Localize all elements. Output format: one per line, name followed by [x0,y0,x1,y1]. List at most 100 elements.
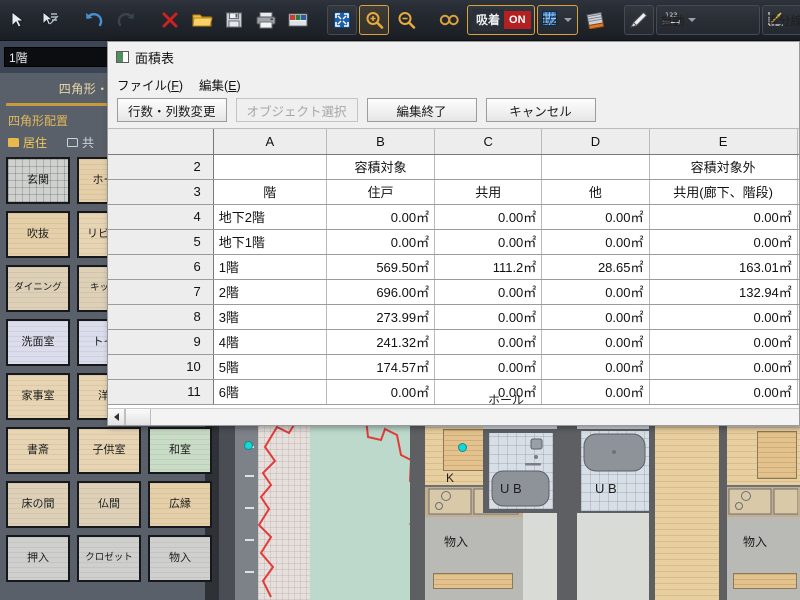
cell-d11[interactable]: 0.00㎡ [542,379,649,404]
cell-b4[interactable]: 0.00㎡ [326,204,434,229]
table-row[interactable]: 3 階 住戸 共用 他 共用(廊下、階段) [108,179,799,204]
cell-f6[interactable] [797,254,799,279]
cell-e6[interactable]: 163.01㎡ [649,254,797,279]
cell-d10[interactable]: 0.00㎡ [542,354,649,379]
row-header[interactable]: 7 [108,279,213,304]
cell-b5[interactable]: 0.00㎡ [326,229,434,254]
room-button-kids[interactable]: 子供室 [77,427,141,474]
export-image-button[interactable] [283,5,313,35]
open-button[interactable] [187,5,217,35]
column-header-f[interactable]: F [797,129,799,154]
room-button-butsuma[interactable]: 仏間 [77,481,141,528]
room-button-washroom[interactable]: 洗面室 [6,319,70,366]
cell-f2[interactable] [797,154,799,179]
zoom-out-button[interactable] [391,5,421,35]
room-button-fukinuke[interactable]: 吹抜 [6,211,70,258]
save-button[interactable] [219,5,249,35]
room-button-utility[interactable]: 家事室 [6,373,70,420]
cell-a3[interactable]: 階 [213,179,326,204]
cell-c8[interactable]: 0.00㎡ [435,304,542,329]
cell-a8[interactable]: 3階 [213,304,326,329]
row-header[interactable]: 2 [108,154,213,179]
room-button-closet[interactable]: クロゼット [77,535,141,582]
cell-b7[interactable]: 696.00㎡ [326,279,434,304]
select-arrow-tool[interactable] [3,5,33,35]
row-header[interactable]: 10 [108,354,213,379]
fit-screen-button[interactable] [327,5,357,35]
cell-d4[interactable]: 0.00㎡ [542,204,649,229]
cell-d2[interactable] [542,154,649,179]
row-header[interactable]: 3 [108,179,213,204]
cell-e2[interactable]: 容積対象外 [649,154,797,179]
chevron-down-icon[interactable] [688,18,696,22]
table-row[interactable]: 10 5階 174.57㎡ 0.00㎡ 0.00㎡ 0.00㎡ [108,354,799,379]
row-header[interactable]: 9 [108,329,213,354]
cell-e3[interactable]: 共用(廊下、階段) [649,179,797,204]
cell-b9[interactable]: 241.32㎡ [326,329,434,354]
chevron-down-icon[interactable] [564,18,572,22]
table-row[interactable]: 9 4階 241.32㎡ 0.00㎡ 0.00㎡ 0.00㎡ [108,329,799,354]
cell-c2[interactable] [435,154,542,179]
room-button-washitsu[interactable]: 和室 [148,427,212,474]
spreadsheet-area[interactable]: A B C D E F 2 容積対象 容積対象外 [108,128,799,408]
cell-c9[interactable]: 0.00㎡ [435,329,542,354]
column-header-d[interactable]: D [542,129,649,154]
texture-swatch-button[interactable] [580,5,610,35]
cell-b11[interactable]: 0.00㎡ [326,379,434,404]
cell-f5[interactable] [797,229,799,254]
cell-e4[interactable]: 0.00㎡ [649,204,797,229]
change-rows-cols-button[interactable]: 行数・列数変更 [117,98,227,122]
cancel-button[interactable]: キャンセル [486,98,596,122]
cell-a6[interactable]: 1階 [213,254,326,279]
room-button-genkan[interactable]: 玄関 [6,157,70,204]
print-button[interactable] [251,5,281,35]
finish-edit-button[interactable]: 編集終了 [367,98,477,122]
dialog-titlebar[interactable]: 面積表 [108,42,799,72]
undo-button[interactable] [79,5,109,35]
cell-b10[interactable]: 174.57㎡ [326,354,434,379]
column-header-b[interactable]: B [326,129,434,154]
cell-c6[interactable]: 111.2㎡ [435,254,542,279]
room-button-monoire[interactable]: 物入 [148,535,212,582]
cell-e11[interactable]: 0.00㎡ [649,379,797,404]
menu-edit[interactable]: 編集(E) [199,75,241,94]
infinity-link-button[interactable] [435,5,465,35]
menu-file[interactable]: ファイル(F) [117,75,183,94]
table-row[interactable]: 7 2階 696.00㎡ 0.00㎡ 0.00㎡ 132.94㎡ [108,279,799,304]
cell-e7[interactable]: 132.94㎡ [649,279,797,304]
cell-f10[interactable] [797,354,799,379]
cell-d5[interactable]: 0.00㎡ [542,229,649,254]
cell-f9[interactable] [797,329,799,354]
cell-a9[interactable]: 4階 [213,329,326,354]
cell-a2[interactable] [213,154,326,179]
table-row[interactable]: 11 6階 0.00㎡ 0.00㎡ 0.00㎡ 0.00㎡ [108,379,799,404]
cell-b8[interactable]: 273.99㎡ [326,304,434,329]
cell-b6[interactable]: 569.50㎡ [326,254,434,279]
table-row[interactable]: 5 地下1階 0.00㎡ 0.00㎡ 0.00㎡ 0.00㎡ [108,229,799,254]
cell-c3[interactable]: 共用 [435,179,542,204]
room-button-study[interactable]: 書斎 [6,427,70,474]
room-button-oshiire[interactable]: 押入 [6,535,70,582]
cell-b2[interactable]: 容積対象 [326,154,434,179]
room-button-dining[interactable]: ダイニング [6,265,70,312]
table-row[interactable]: 8 3階 273.99㎡ 0.00㎡ 0.00㎡ 0.00㎡ [108,304,799,329]
column-header-e[interactable]: E [649,129,797,154]
cell-b3[interactable]: 住戸 [326,179,434,204]
cell-c7[interactable]: 0.00㎡ [435,279,542,304]
cell-c5[interactable]: 0.00㎡ [435,229,542,254]
column-header-a[interactable]: A [213,129,326,154]
table-row[interactable]: 6 1階 569.50㎡ 111.2㎡ 28.65㎡ 163.01㎡ [108,254,799,279]
row-header[interactable]: 6 [108,254,213,279]
room-button-hiroen[interactable]: 広縁 [148,481,212,528]
cell-d7[interactable]: 0.00㎡ [542,279,649,304]
cell-e10[interactable]: 0.00㎡ [649,354,797,379]
divide-line-combo[interactable]: 等分線 [762,5,800,35]
cell-a4[interactable]: 地下2階 [213,204,326,229]
cell-f11[interactable] [797,379,799,404]
cell-d6[interactable]: 28.65㎡ [542,254,649,279]
pencil-tool-button[interactable] [624,5,654,35]
area-spreadsheet[interactable]: A B C D E F 2 容積対象 容積対象外 [108,129,799,405]
delete-button[interactable] [155,5,185,35]
row-header[interactable]: 4 [108,204,213,229]
cell-a10[interactable]: 5階 [213,354,326,379]
